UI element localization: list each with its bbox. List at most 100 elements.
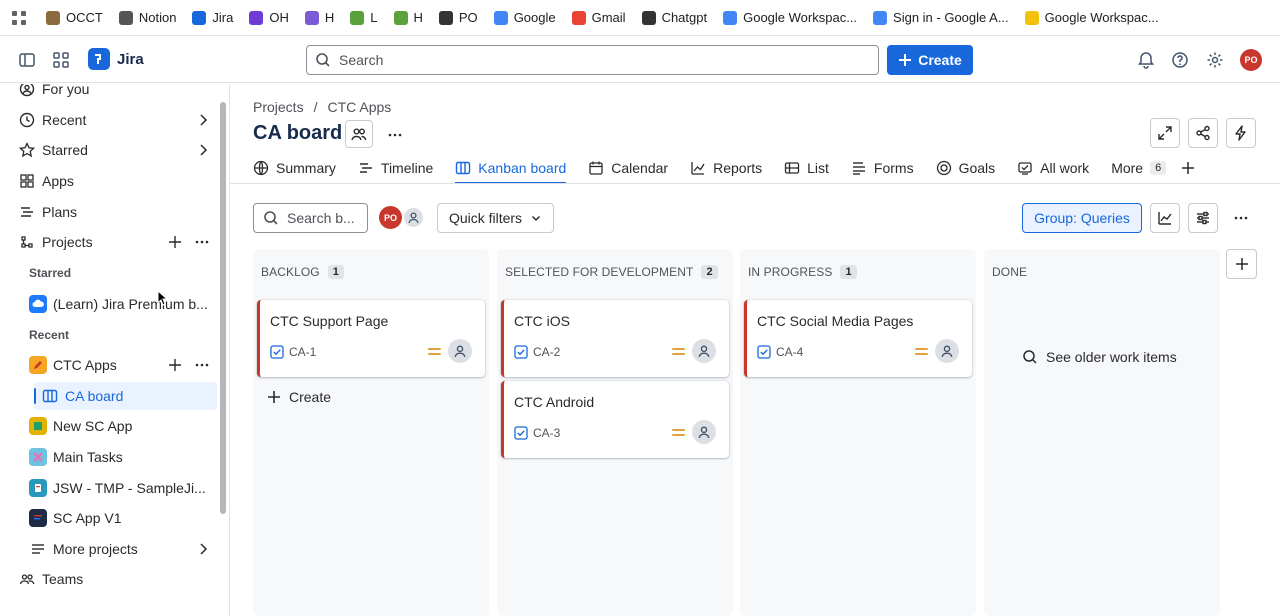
bookmark-item[interactable]: PO: [438, 10, 478, 25]
add-column-button[interactable]: [1226, 249, 1257, 279]
create-button[interactable]: Create: [887, 45, 973, 75]
breadcrumb-project[interactable]: CTC Apps: [327, 99, 391, 115]
bookmark-item[interactable]: OCCT: [46, 10, 103, 25]
card-key[interactable]: CA-4: [757, 345, 803, 359]
tab-calendar[interactable]: Calendar: [588, 152, 668, 183]
card-title: CTC Support Page: [270, 313, 389, 329]
tab-reports[interactable]: Reports: [690, 152, 762, 183]
bookmark-item[interactable]: Google Workspac...: [1024, 10, 1159, 25]
apps-grid-icon[interactable]: [10, 9, 28, 27]
bookmark-item[interactable]: H: [304, 10, 334, 25]
tab-all-work[interactable]: All work: [1017, 152, 1089, 183]
issue-card-ca-3[interactable]: CTC Android CA-3: [501, 381, 729, 458]
more-options-icon[interactable]: [194, 234, 210, 250]
sidebar-item-plans[interactable]: Plans: [18, 199, 77, 225]
tab-kanban-board[interactable]: Kanban board: [455, 152, 566, 184]
tab-timeline[interactable]: Timeline: [358, 152, 433, 183]
sidebar-item-new-sc-app[interactable]: New SC App: [29, 413, 132, 439]
sidebar-item-teams[interactable]: Teams: [18, 566, 83, 592]
sidebar-item-ca-board[interactable]: CA board: [41, 383, 123, 409]
assignee-avatar[interactable]: [692, 339, 716, 363]
view-settings-button[interactable]: [1188, 203, 1218, 233]
sidebar-item-ctc-apps[interactable]: CTC Apps: [29, 352, 117, 378]
column-header: SELECTED FOR DEVELOPMENT 2: [505, 265, 718, 279]
insights-button[interactable]: [1150, 203, 1180, 233]
page-title: CA board: [253, 122, 343, 144]
more-options-icon[interactable]: [1233, 210, 1249, 226]
issue-card-ca-4[interactable]: CTC Social Media Pages CA-4: [744, 300, 972, 377]
see-older-work-items-button[interactable]: See older work items: [1022, 349, 1177, 365]
breadcrumb-projects[interactable]: Projects: [253, 99, 304, 115]
app-switcher-icon[interactable]: [52, 51, 70, 69]
filter-avatar-unassigned[interactable]: [402, 206, 425, 229]
card-key[interactable]: CA-3: [514, 426, 560, 440]
card-key[interactable]: CA-1: [270, 345, 316, 359]
add-tab-plus-icon[interactable]: [1180, 160, 1196, 176]
quick-filters-dropdown[interactable]: Quick filters: [437, 203, 554, 233]
more-options-icon[interactable]: [387, 127, 403, 143]
automation-button[interactable]: [1226, 118, 1256, 148]
add-project-plus-icon[interactable]: [167, 234, 183, 250]
bookmark-favicon-icon: [438, 10, 453, 25]
group-by-button[interactable]: Group: Queries: [1022, 203, 1142, 233]
bookmark-item[interactable]: OH: [249, 10, 289, 25]
card-key[interactable]: CA-2: [514, 345, 560, 359]
tab-more[interactable]: More 6: [1111, 152, 1167, 183]
assignee-avatar[interactable]: [448, 339, 472, 363]
bookmark-favicon-icon: [46, 10, 60, 25]
share-button[interactable]: [1188, 118, 1218, 148]
app-name[interactable]: Jira: [117, 51, 144, 68]
bookmark-item[interactable]: Jira: [192, 10, 233, 25]
sidebar-item-apps[interactable]: Apps: [18, 168, 74, 194]
settings-gear-icon[interactable]: [1206, 51, 1224, 69]
create-issue-button[interactable]: Create: [267, 389, 331, 405]
sidebar-label: SC App V1: [53, 510, 122, 526]
bookmark-item[interactable]: Google: [493, 10, 556, 25]
chevron-right-icon[interactable]: [195, 112, 211, 128]
assignee-avatar[interactable]: [692, 420, 716, 444]
tab-summary[interactable]: Summary: [253, 152, 336, 183]
sidebar-toggle-icon[interactable]: [18, 51, 36, 69]
sidebar-item-sc-app-v1[interactable]: SC App V1: [29, 505, 122, 531]
bookmark-item[interactable]: L: [350, 10, 378, 25]
card-title: CTC Android: [514, 394, 595, 410]
sidebar-item-jsw-tmp[interactable]: JSW - TMP - SampleJi...: [29, 475, 206, 501]
help-icon[interactable]: [1171, 51, 1189, 69]
bookmark-item[interactable]: Chatgpt: [641, 10, 707, 25]
user-avatar[interactable]: PO: [1240, 49, 1262, 71]
create-label: Create: [289, 389, 332, 405]
bookmark-item[interactable]: Google Workspac...: [723, 10, 857, 25]
tab-label: List: [807, 159, 829, 176]
chevron-right-icon[interactable]: [195, 142, 211, 158]
assignee-avatar[interactable]: [935, 339, 959, 363]
bookmark-item[interactable]: Gmail: [571, 10, 626, 25]
sidebar-item-starred[interactable]: Starred: [18, 137, 88, 163]
tab-forms[interactable]: Forms: [851, 152, 914, 183]
sidebar-item-projects[interactable]: Projects: [18, 229, 93, 255]
notifications-bell-icon[interactable]: [1137, 51, 1155, 69]
older-items-label: See older work items: [1046, 349, 1177, 365]
clock-icon: [18, 111, 36, 129]
filter-avatar-po[interactable]: PO: [379, 206, 402, 229]
fullscreen-button[interactable]: [1150, 118, 1180, 148]
sidebar-scrollbar[interactable]: [220, 102, 226, 514]
tab-list[interactable]: List: [784, 152, 829, 183]
chevron-right-icon[interactable]: [195, 541, 211, 557]
bookmark-item[interactable]: H: [393, 10, 423, 25]
sidebar-item-recent[interactable]: Recent: [18, 107, 86, 133]
sidebar-item-more-projects[interactable]: More projects: [29, 536, 138, 562]
tab-goals[interactable]: Goals: [936, 152, 995, 183]
team-button[interactable]: [345, 120, 373, 148]
issue-card-ca-2[interactable]: CTC iOS CA-2: [501, 300, 729, 377]
bookmark-item[interactable]: Notion: [118, 10, 176, 25]
jira-logo[interactable]: [88, 48, 110, 70]
sidebar-item-main-tasks[interactable]: Main Tasks: [29, 444, 123, 470]
global-search-input[interactable]: Search: [306, 45, 879, 75]
sidebar-item-learn-jira[interactable]: (Learn) Jira Premium b...: [29, 291, 208, 317]
sidebar-item-for-you[interactable]: For you: [18, 84, 89, 102]
add-plus-icon[interactable]: [167, 357, 183, 373]
more-options-icon[interactable]: [194, 357, 210, 373]
board-search-input[interactable]: Search b...: [253, 203, 368, 233]
issue-card-ca-1[interactable]: CTC Support Page CA-1: [257, 300, 485, 377]
bookmark-item[interactable]: Sign in - Google A...: [873, 10, 1009, 25]
